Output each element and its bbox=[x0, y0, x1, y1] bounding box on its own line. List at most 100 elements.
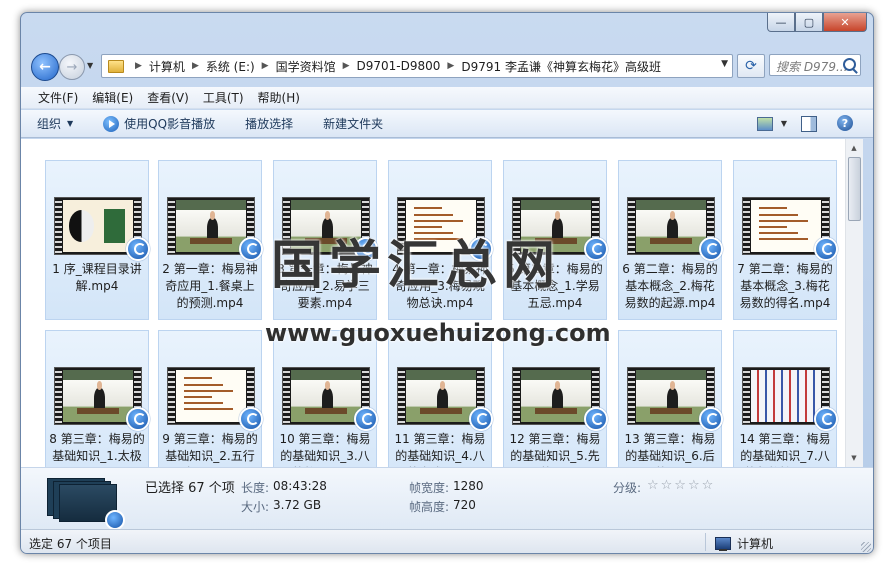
file-tile[interactable]: 3 第一章：梅易神奇应用_2.易学三要素.mp4 bbox=[273, 160, 378, 320]
view-options-dropdown[interactable]: ▼ bbox=[781, 119, 787, 128]
menu-view[interactable]: 查看(V) bbox=[147, 89, 189, 106]
breadcrumb-drive[interactable]: 系统 (E:) bbox=[206, 58, 255, 75]
qq-video-badge-icon bbox=[584, 407, 608, 431]
minimize-button[interactable]: — bbox=[767, 13, 795, 32]
folder-icon bbox=[108, 59, 124, 73]
qq-video-badge-icon bbox=[126, 237, 150, 261]
file-tile[interactable]: 8 第三章：梅易的基础知识_1.太极与阴阳.mp4 bbox=[45, 330, 150, 467]
qq-video-badge-icon bbox=[239, 237, 263, 261]
status-location-label: 计算机 bbox=[737, 537, 774, 551]
address-dropdown[interactable]: ▼ bbox=[721, 59, 728, 69]
qq-play-button[interactable]: 使用QQ影音播放 bbox=[103, 115, 215, 132]
file-tile[interactable]: 10 第三章：梅易的基础知识_3.八卦数理.mp4 bbox=[273, 330, 378, 467]
rating-stars[interactable]: ☆☆☆☆☆ bbox=[647, 478, 715, 493]
file-name: 7 第二章：梅易的基本概念_3.梅花易数的得名.mp4 bbox=[737, 262, 833, 310]
file-name: 6 第二章：梅易的基本概念_2.梅花易数的起源.mp4 bbox=[622, 262, 718, 310]
close-button[interactable]: ✕ bbox=[823, 13, 867, 32]
frame-height-value: 720 bbox=[453, 498, 476, 512]
status-location: 计算机 bbox=[715, 535, 773, 552]
caption-buttons: — ▢ ✕ bbox=[767, 13, 867, 32]
file-name: 10 第三章：梅易的基础知识_3.八卦数理.mp4 bbox=[279, 432, 371, 467]
status-bar: 选定 67 个项目 计算机 bbox=[21, 529, 873, 553]
qq-video-badge-icon bbox=[354, 237, 378, 261]
menu-edit[interactable]: 编辑(E) bbox=[92, 89, 133, 106]
size-label: 大小: bbox=[241, 500, 270, 514]
refresh-icon: ⟳ bbox=[745, 58, 757, 74]
file-name: 5 第二章：梅易的基本概念_1.学易五忌.mp4 bbox=[507, 262, 603, 310]
file-tile[interactable]: 14 第三章：梅易的基础知识_7.八卦象数性 .mp4 bbox=[733, 330, 838, 467]
recent-pages-dropdown[interactable]: ▼ bbox=[87, 61, 93, 70]
file-tile[interactable]: 1 序_课程目录讲解.mp4 bbox=[45, 160, 150, 320]
file-name: 1 序_课程目录讲解.mp4 bbox=[52, 262, 142, 293]
menu-file[interactable]: 文件(F) bbox=[38, 89, 78, 106]
chevron-right-icon[interactable]: ▶ bbox=[262, 61, 269, 71]
file-name: 4 第一章：梅易神奇应用_3.梅易观物总诀.mp4 bbox=[392, 262, 488, 310]
change-view-icon[interactable] bbox=[757, 117, 773, 131]
file-name: 14 第三章：梅易的基础知识_7.八卦象数性 .mp4 bbox=[739, 432, 831, 467]
file-tile[interactable]: 11 第三章：梅易的基础知识_4.八卦生成.mp4 bbox=[388, 330, 493, 467]
menu-bar: 文件(F) 编辑(E) 查看(V) 工具(T) 帮助(H) bbox=[21, 87, 873, 109]
file-tile[interactable]: 5 第二章：梅易的基本概念_1.学易五忌.mp4 bbox=[503, 160, 608, 320]
maximize-button[interactable]: ▢ bbox=[795, 13, 823, 32]
vertical-scrollbar[interactable]: ▲ ▼ bbox=[845, 139, 863, 467]
address-bar[interactable]: ▶ 计算机 ▶ 系统 (E:) ▶ 国学资料馆 ▶ D9701-D9800 ▶ … bbox=[101, 54, 733, 78]
chevron-right-icon[interactable]: ▶ bbox=[343, 61, 350, 71]
computer-icon bbox=[715, 537, 731, 551]
length-label: 长度: bbox=[241, 481, 270, 495]
back-arrow-icon: ← bbox=[39, 59, 51, 75]
breadcrumb-computer[interactable]: 计算机 bbox=[149, 58, 185, 75]
qq-video-badge-icon bbox=[469, 407, 493, 431]
playlist-button[interactable]: 播放选择 bbox=[245, 115, 293, 132]
chevron-right-icon[interactable]: ▶ bbox=[135, 61, 142, 71]
file-name: 13 第三章：梅易的基础知识_6.后天八卦图.mp4 bbox=[624, 432, 716, 467]
scroll-up-icon[interactable]: ▲ bbox=[848, 142, 860, 154]
new-folder-button[interactable]: 新建文件夹 bbox=[323, 115, 383, 132]
selection-stack-thumbnail bbox=[47, 478, 125, 530]
selection-count: 已选择 67 个项 bbox=[145, 481, 235, 496]
help-icon[interactable]: ? bbox=[837, 115, 853, 131]
breadcrumb-current-folder[interactable]: D9791 李孟谦《神算玄梅花》高级班 bbox=[461, 58, 661, 75]
chevron-right-icon[interactable]: ▶ bbox=[447, 61, 454, 71]
file-name: 12 第三章：梅易的基础知识_5.先天八卦图.mp4 bbox=[509, 432, 601, 467]
status-selected-count: 选定 67 个项目 bbox=[29, 537, 112, 551]
qq-player-icon bbox=[103, 115, 120, 132]
menu-help[interactable]: 帮助(H) bbox=[258, 89, 300, 106]
file-tile[interactable]: 7 第二章：梅易的基本概念_3.梅花易数的得名.mp4 bbox=[733, 160, 838, 320]
preview-pane-icon[interactable] bbox=[801, 116, 817, 132]
frame-width-label: 帧宽度: bbox=[409, 481, 450, 495]
command-bar: 组织 ▼ 使用QQ影音播放 播放选择 新建文件夹 ▼ ? bbox=[21, 110, 873, 138]
rating-label: 分级: bbox=[613, 481, 642, 495]
file-name: 11 第三章：梅易的基础知识_4.八卦生成.mp4 bbox=[394, 432, 486, 467]
back-button[interactable]: ← bbox=[31, 53, 59, 81]
file-tile[interactable]: 12 第三章：梅易的基础知识_5.先天八卦图.mp4 bbox=[503, 330, 608, 467]
file-tile[interactable]: 6 第二章：梅易的基本概念_2.梅花易数的起源.mp4 bbox=[618, 160, 723, 320]
resize-grip[interactable] bbox=[861, 542, 871, 552]
explorer-window: — ▢ ✕ ← → ▼ ▶ 计算机 ▶ 系统 (E:) ▶ 国学资料馆 ▶ D9… bbox=[20, 12, 874, 554]
organize-button[interactable]: 组织 ▼ bbox=[37, 115, 73, 132]
qq-video-badge-icon bbox=[699, 237, 723, 261]
file-tile[interactable]: 13 第三章：梅易的基础知识_6.后天八卦图.mp4 bbox=[618, 330, 723, 467]
chevron-right-icon[interactable]: ▶ bbox=[192, 61, 199, 71]
forward-button[interactable]: → bbox=[59, 54, 85, 80]
file-tile[interactable]: 9 第三章：梅易的基础知识_2.五行生克.mp4 bbox=[158, 330, 263, 467]
qq-video-badge-icon bbox=[584, 237, 608, 261]
scroll-thumb[interactable] bbox=[848, 157, 861, 221]
breadcrumb-range[interactable]: D9701-D9800 bbox=[357, 59, 441, 73]
file-tile[interactable]: 4 第一章：梅易神奇应用_3.梅易观物总诀.mp4 bbox=[388, 160, 493, 320]
qq-video-badge-icon bbox=[126, 407, 150, 431]
search-input[interactable]: 搜索 D979... bbox=[769, 54, 861, 76]
organize-label: 组织 bbox=[37, 117, 62, 131]
file-list: 1 序_课程目录讲解.mp4 2 第一章：梅易神奇应用_1.餐桌上的预测.mp4 3… bbox=[21, 139, 845, 467]
search-icon[interactable] bbox=[843, 58, 856, 71]
file-name: 8 第三章：梅易的基础知识_1.太极与阴阳.mp4 bbox=[49, 432, 145, 467]
qq-video-badge-icon bbox=[814, 407, 838, 431]
frame-width-value: 1280 bbox=[453, 479, 484, 493]
breadcrumb-library[interactable]: 国学资料馆 bbox=[276, 58, 336, 75]
search-placeholder: 搜索 D979... bbox=[776, 60, 848, 74]
refresh-button[interactable]: ⟳ bbox=[737, 54, 765, 78]
scroll-down-icon[interactable]: ▼ bbox=[848, 452, 860, 464]
qq-video-badge-icon bbox=[814, 237, 838, 261]
menu-tools[interactable]: 工具(T) bbox=[203, 89, 244, 106]
file-tile[interactable]: 2 第一章：梅易神奇应用_1.餐桌上的预测.mp4 bbox=[158, 160, 263, 320]
details-pane: 已选择 67 个项 长度: 08:43:28 大小: 3.72 GB 帧宽度: … bbox=[21, 467, 873, 530]
